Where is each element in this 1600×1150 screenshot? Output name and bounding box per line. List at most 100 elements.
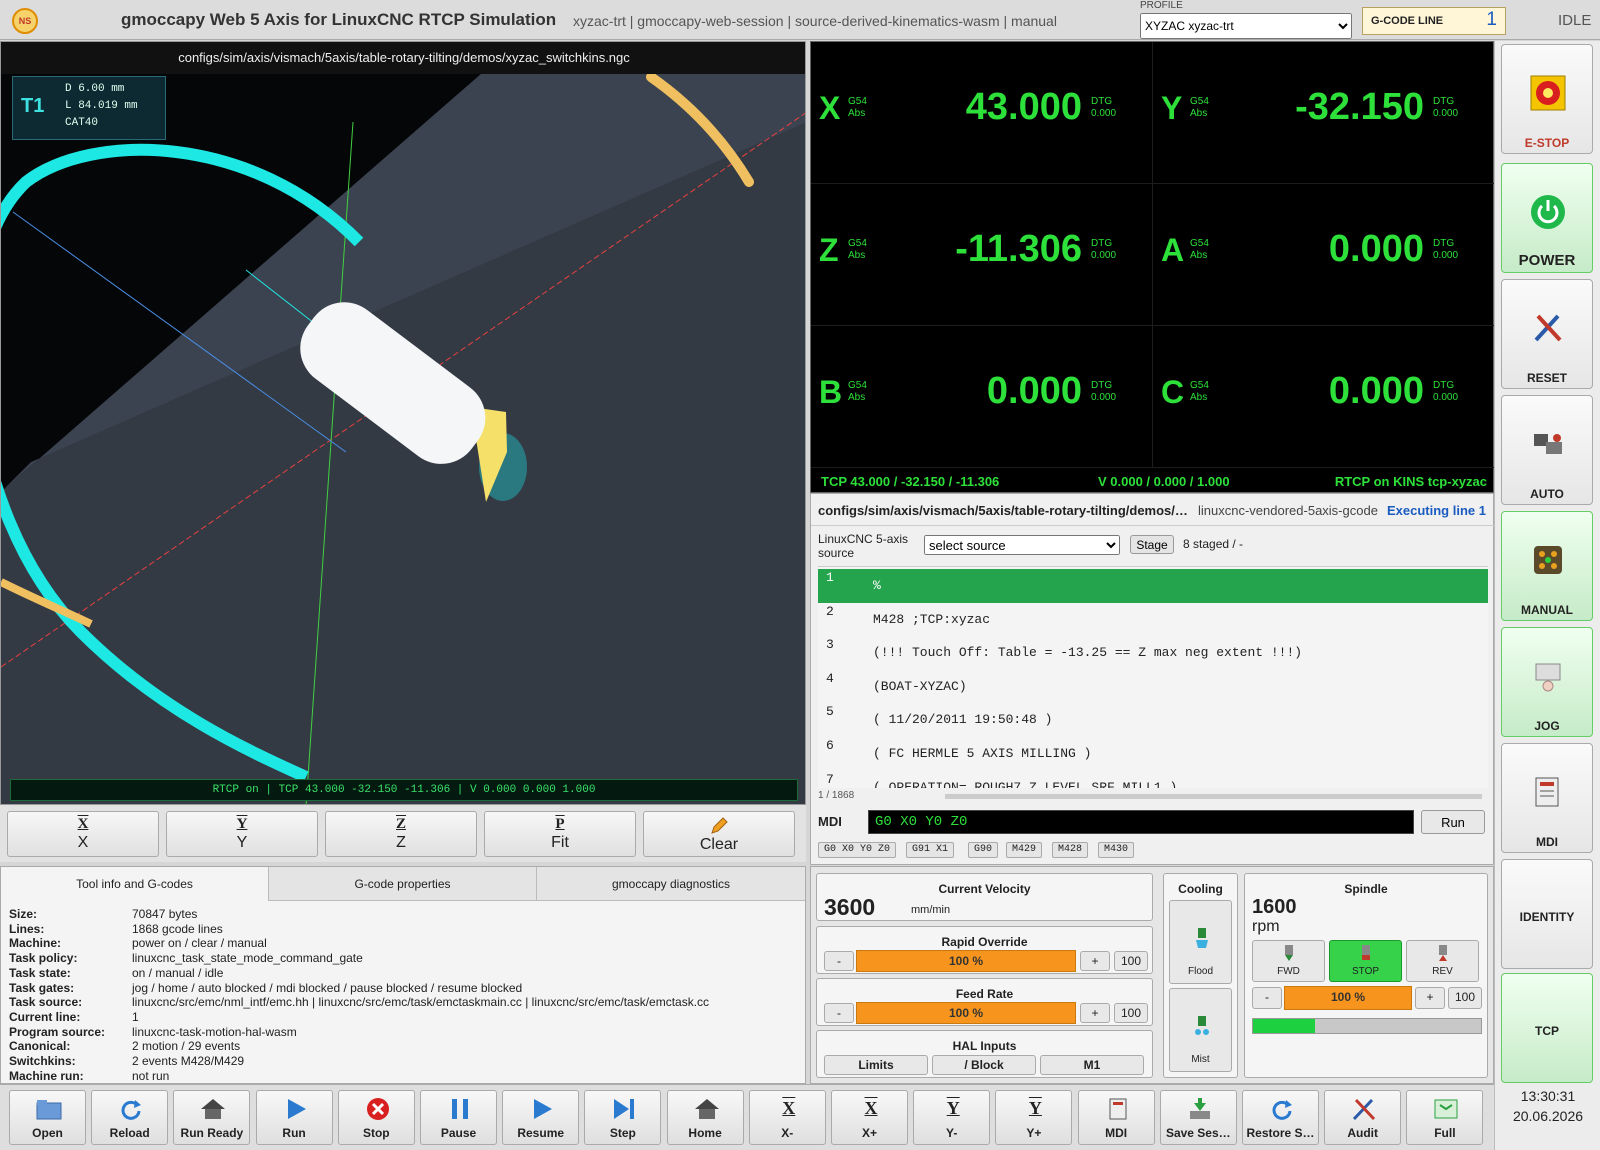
- view-x-button[interactable]: XX: [7, 811, 159, 857]
- stage-button[interactable]: Stage: [1130, 535, 1174, 554]
- toolbar-step-button[interactable]: Step: [584, 1090, 662, 1145]
- dro-axis-x[interactable]: X G54 Abs 43.000 DTG 0.000: [811, 42, 1153, 184]
- hal-m1-button[interactable]: M1: [1040, 1055, 1144, 1075]
- spindle-plus-button[interactable]: +: [1415, 987, 1445, 1009]
- toolbar-run-ready-button[interactable]: Run Ready: [173, 1090, 251, 1145]
- dro-panel: X G54 Abs 43.000 DTG 0.000 Y G54 Abs -32.150 DTG 0.…: [810, 41, 1495, 493]
- rapid-plus-button[interactable]: +: [1080, 951, 1110, 971]
- profile-select[interactable]: XYZAC xyzac-trt: [1140, 13, 1352, 39]
- dro-axis-a[interactable]: A G54 Abs 0.000 DTG 0.000: [1153, 184, 1495, 326]
- feed-preset-button[interactable]: 100: [1114, 1003, 1148, 1023]
- gcode-listing[interactable]: 1% 2 M428 ;TCP:xyzac 3 (!!! Touch Off: Table…: [818, 566, 1488, 788]
- rapid-preset-button[interactable]: 100: [1114, 951, 1148, 971]
- toolbar-mdi-button[interactable]: MDI: [1077, 1090, 1155, 1145]
- tcp-button[interactable]: TCP: [1501, 973, 1593, 1083]
- gcode-line[interactable]: 6 ( FC HERMLE 5 AXIS MILLING ): [818, 737, 1488, 771]
- toolbar-resume-button[interactable]: Resume: [502, 1090, 580, 1145]
- gcode-scrollbar[interactable]: [945, 794, 1482, 799]
- mdi-mode-button[interactable]: MDI: [1501, 743, 1593, 853]
- mdi-run-button[interactable]: Run: [1421, 810, 1485, 834]
- source-select[interactable]: select source: [924, 535, 1120, 555]
- dro-axis-b[interactable]: B G54 Abs 0.000 DTG 0.000: [811, 326, 1153, 468]
- gcode-line[interactable]: 7 ( OPERATION= ROUGH7 Z LEVEL SRF MILL1 ): [818, 771, 1488, 788]
- z-view-icon: Z: [395, 816, 406, 832]
- toolbar-yplus-button[interactable]: Y Y+: [995, 1090, 1073, 1145]
- reset-button[interactable]: RESET: [1501, 279, 1593, 389]
- toolbar-home-button[interactable]: Home: [666, 1090, 744, 1145]
- dro-coord-system: G54 Abs: [848, 96, 867, 119]
- mdi-history-chip[interactable]: G90: [968, 842, 999, 858]
- toolpath-scene[interactable]: [1, 42, 806, 805]
- spindle-rev-button[interactable]: REV: [1406, 940, 1479, 982]
- gcode-line-number: 4: [826, 670, 834, 686]
- spindle-override-track[interactable]: 100 %: [1284, 986, 1412, 1010]
- dro-axis-y[interactable]: Y G54 Abs -32.150 DTG 0.000: [1153, 42, 1495, 184]
- estop-button[interactable]: E-STOP: [1501, 44, 1593, 154]
- toolbar-save-ses-button[interactable]: Save Ses…: [1159, 1090, 1237, 1145]
- gcode-line[interactable]: 3 (!!! Touch Off: Table = -13.25 == Z max…: [818, 636, 1488, 670]
- mist-button[interactable]: Mist: [1169, 988, 1232, 1072]
- toolbar-full-button[interactable]: Full: [1406, 1090, 1484, 1145]
- toolbar-audit-button[interactable]: Audit: [1324, 1090, 1402, 1145]
- mdi-history-chip[interactable]: G0 X0 Y0 Z0: [818, 842, 897, 858]
- dro-coord-system: G54 Abs: [1190, 96, 1209, 119]
- axis-x-icon: X: [782, 1098, 796, 1118]
- dro-axis-c[interactable]: C G54 Abs 0.000 DTG 0.000: [1153, 326, 1495, 468]
- auto-button[interactable]: AUTO: [1501, 395, 1593, 505]
- tab-gcode-properties[interactable]: G-code properties: [269, 867, 537, 901]
- spindle-fwd-button[interactable]: FWD: [1252, 940, 1325, 982]
- identity-button[interactable]: IDENTITY: [1501, 859, 1593, 969]
- dro-axis-value: 43.000: [965, 86, 1082, 128]
- gcode-line-text: %: [873, 578, 881, 593]
- dro-axis-z[interactable]: Z G54 Abs -11.306 DTG 0.000: [811, 184, 1153, 326]
- toolbar-x-button[interactable]: X X-: [748, 1090, 826, 1145]
- toolbar-reload-button[interactable]: Reload: [91, 1090, 169, 1145]
- gcode-position: 1 / 1868: [818, 790, 855, 801]
- hal-limits-button[interactable]: Limits: [824, 1055, 928, 1075]
- toolbar-xplus-button[interactable]: X X+: [831, 1090, 908, 1145]
- rapid-minus-button[interactable]: -: [824, 951, 854, 971]
- hal-block-delete-button[interactable]: / Block: [932, 1055, 1036, 1075]
- dro-coord-system: G54 Abs: [1190, 238, 1209, 261]
- gcode-line-current[interactable]: 1%: [818, 569, 1488, 603]
- view-z-button[interactable]: ZZ: [325, 811, 477, 857]
- toolbar-pause-button[interactable]: Pause: [420, 1090, 497, 1145]
- info-row: Size: 70847 bytes: [9, 907, 197, 922]
- spindle-stop-button[interactable]: STOP: [1329, 940, 1402, 982]
- clear-button[interactable]: Clear: [643, 811, 795, 857]
- view-fit-button[interactable]: P Fit: [484, 811, 636, 857]
- mdi-input[interactable]: G0 X0 Y0 Z0: [868, 810, 1414, 834]
- gcode-line[interactable]: 4 (BOAT-XYZAC): [818, 670, 1488, 704]
- toolbar-run-button[interactable]: Run: [255, 1090, 333, 1145]
- feed-minus-button[interactable]: -: [824, 1003, 854, 1023]
- gcode-line[interactable]: 5 ( 11/20/2011 19:50:48 ): [818, 703, 1488, 737]
- flood-button[interactable]: Flood: [1169, 900, 1232, 984]
- gcode-line[interactable]: 2 M428 ;TCP:xyzac: [818, 603, 1488, 637]
- toolbar-y-button[interactable]: Y Y-: [913, 1090, 991, 1145]
- flood-icon: [1196, 928, 1208, 948]
- power-button[interactable]: POWER: [1501, 163, 1593, 273]
- feed-plus-button[interactable]: +: [1080, 1003, 1110, 1023]
- tab-diagnostics[interactable]: gmoccapy diagnostics: [537, 867, 805, 901]
- toolbar-open-button[interactable]: Open: [9, 1090, 86, 1145]
- manual-button[interactable]: MANUAL: [1501, 511, 1593, 621]
- view-y-button[interactable]: YY: [166, 811, 318, 857]
- feed-override-track[interactable]: 100 %: [856, 1002, 1076, 1024]
- rapid-override-panel: Rapid Override - 100 % + 100: [816, 926, 1153, 974]
- 3d-viewport[interactable]: configs/sim/axis/vismach/5axis/table-rot…: [0, 41, 806, 805]
- toolbar-restore-s-button[interactable]: Restore S…: [1242, 1090, 1319, 1145]
- spindle-minus-button[interactable]: -: [1252, 987, 1282, 1009]
- mdi-history-chip[interactable]: M429: [1006, 842, 1043, 858]
- mdi-history-chip[interactable]: M428: [1052, 842, 1089, 858]
- info-row: Machine: power on / clear / manual: [9, 936, 267, 951]
- toolbar-stop-button[interactable]: Stop: [337, 1090, 415, 1145]
- mdi-history-chip[interactable]: M430: [1098, 842, 1135, 858]
- rapid-override-track[interactable]: 100 %: [856, 950, 1076, 972]
- mdi-history-chip[interactable]: G91 X1: [906, 842, 955, 858]
- jog-button[interactable]: JOG: [1501, 627, 1593, 737]
- spindle-fwd-icon: [1285, 945, 1293, 961]
- spindle-preset-button[interactable]: 100: [1448, 987, 1482, 1009]
- tab-tool-info[interactable]: Tool info and G-codes: [1, 867, 269, 901]
- clock-time: 13:30:31: [1520, 1088, 1576, 1104]
- mist-icon: [1195, 1016, 1209, 1035]
